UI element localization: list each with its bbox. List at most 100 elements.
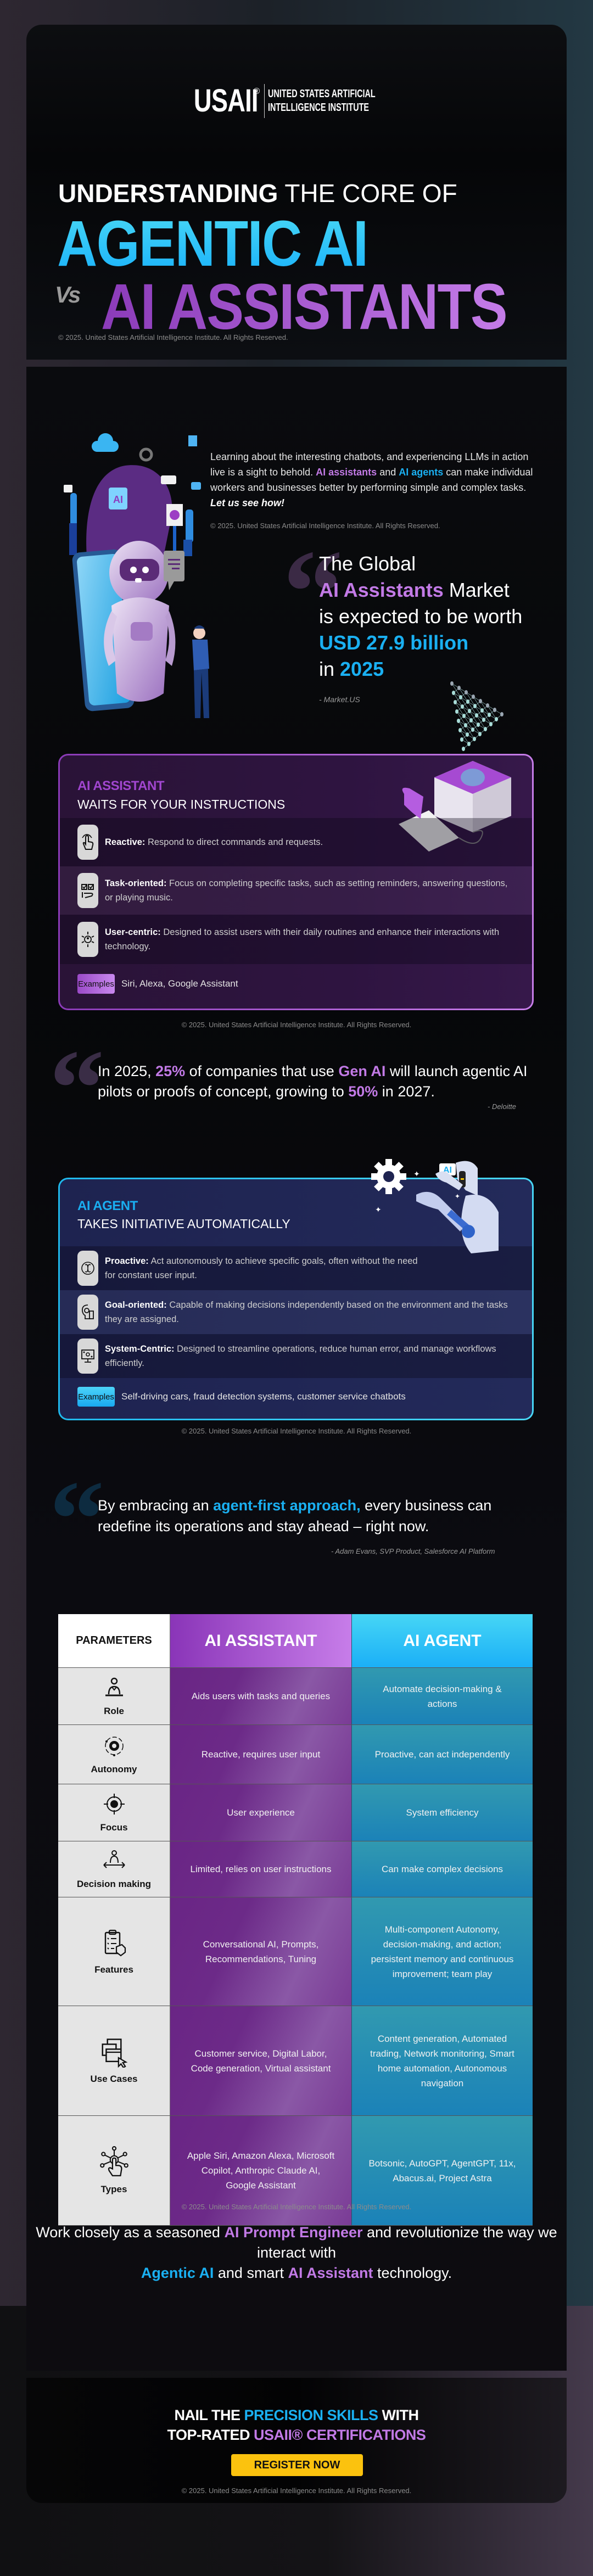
- assistant-value: Conversational AI, Prompts, Recommendati…: [203, 1939, 319, 1964]
- param-cell: Focus: [58, 1784, 170, 1841]
- feature-title: Reactive:: [105, 837, 146, 847]
- agent-value: Botsonic, AutoGPT, AgentGPT, 11x, Abacus…: [368, 2158, 516, 2183]
- network-node: [460, 737, 463, 742]
- network-node: [473, 737, 476, 741]
- assistant-cell: User experience: [170, 1784, 351, 1841]
- market-line5-prefix: in: [319, 658, 340, 680]
- stat-50-percent: 50%: [348, 1083, 378, 1100]
- agent-cell: Content generation, Automated trading, N…: [351, 2006, 533, 2115]
- cta-heading-line2: TOP-RATED USAII® CERTIFICATIONS: [26, 2425, 567, 2445]
- feature-desc: Act autonomously to achieve specific goa…: [105, 1256, 418, 1280]
- network-node: [495, 717, 498, 721]
- table-row: Role Aids users with tasks and queries Aut…: [58, 1668, 533, 1725]
- highlight-precision-skills: PRECISION SKILLS: [244, 2407, 379, 2423]
- register-now-button[interactable]: REGISTER NOW: [231, 2454, 363, 2476]
- feature-row: System-Centric: Designed to streamline o…: [60, 1334, 532, 1378]
- market-line3: is expected to be worth: [319, 605, 523, 628]
- salesforce-quote: By embracing an agent-first approach, ev…: [98, 1495, 548, 1537]
- market-line5: in 2025: [319, 656, 522, 682]
- param-label: Use Cases: [90, 2074, 138, 2084]
- highlight-agent-first: agent-first approach,: [213, 1497, 361, 1514]
- intro-cta: Let us see how!: [210, 497, 285, 508]
- table-header-row: PARAMETERS AI ASSISTANT AI AGENT: [58, 1614, 533, 1668]
- network-node: [473, 704, 477, 708]
- brain-cycle-icon: [77, 1251, 98, 1286]
- network-node: [489, 722, 493, 726]
- param-cell: Features: [58, 1897, 170, 2006]
- title-line1: UNDERSTANDING THE CORE OF: [58, 178, 457, 208]
- param-label: Role: [104, 1706, 124, 1716]
- examples-text: Siri, Alexa, Google Assistant: [121, 978, 238, 989]
- cta-heading-line1: NAIL THE PRECISION SKILLS WITH: [26, 2405, 567, 2425]
- examples-badge: Examples: [77, 974, 115, 994]
- highlight-ai-assistant: AI Assistant: [288, 2265, 373, 2281]
- ai-assistant-subtitle: WAITS FOR YOUR INSTRUCTIONS: [77, 797, 286, 811]
- agent-value: Proactive, can act independently: [374, 1749, 510, 1760]
- highlight-usaii-certifications: USAII® CERTIFICATIONS: [254, 2427, 426, 2443]
- network-node: [467, 742, 471, 746]
- examples-row: Examples Self-driving cars, fraud detect…: [77, 1387, 406, 1407]
- table-row: Features Conversational AI, Prompts, Reco…: [58, 1897, 533, 2006]
- comparison-table: PARAMETERS AI ASSISTANT AI AGENT Role Aid…: [58, 1614, 533, 2226]
- agent-value: Can make complex decisions: [381, 1864, 504, 1874]
- assistant-cell: Limited, relies on user instructions: [170, 1841, 351, 1897]
- param-cell: Decision making: [58, 1841, 170, 1897]
- param-label: Decision making: [76, 1879, 152, 1889]
- logo-text: UNITED STATES ARTIFICIAL INTELLIGENCE IN…: [268, 87, 376, 115]
- assistant-value: Limited, relies on user instructions: [190, 1864, 332, 1874]
- table-row: Autonomy Reactive, requires user input Pro…: [58, 1725, 533, 1784]
- main-card: AI Learning about the interesting chatbo…: [26, 367, 567, 2371]
- usaii-logo: USAII ® UNITED STATES ARTIFICIAL INTELLI…: [26, 82, 567, 119]
- deloitte-quote: In 2025, 25% of companies that use Gen A…: [98, 1061, 537, 1102]
- decision-arrows-icon: [102, 1849, 126, 1875]
- ai-assistant-kicker: AI ASSISTANT: [77, 779, 165, 793]
- closing-text: technology.: [373, 2265, 452, 2281]
- header-ai-assistant: AI ASSISTANT: [170, 1614, 351, 1667]
- types-network-hand-icon: [99, 2146, 128, 2181]
- market-stat: The Global AI Assistants Market is expec…: [319, 551, 522, 682]
- quote-text: in 2027.: [378, 1083, 435, 1100]
- copyright: © 2025. United States Artificial Intelli…: [181, 1427, 412, 1435]
- autonomy-gear-icon: [102, 1734, 126, 1761]
- title-bold: UNDERSTANDING: [58, 179, 278, 208]
- network-node: [482, 718, 485, 722]
- role-person-icon: [102, 1676, 126, 1703]
- highlight-ai-prompt-engineer: AI Prompt Engineer: [224, 2224, 363, 2241]
- assistant-cell: Aids users with tasks and queries: [170, 1668, 351, 1724]
- network-node: [488, 713, 491, 717]
- highlight-agentic-ai: Agentic AI: [141, 2265, 214, 2281]
- agent-value: Multi-component Autonomy, decision-makin…: [371, 1924, 514, 1979]
- quote-text: of companies that use: [185, 1063, 339, 1079]
- cta-card: NAIL THE PRECISION SKILLS WITH TOP-RATED…: [26, 2378, 567, 2503]
- svg-text:✦: ✦: [375, 1206, 382, 1214]
- network-node: [466, 699, 469, 704]
- salesforce-source: - Adam Evans, SVP Product, Salesforce AI…: [331, 1547, 495, 1555]
- network-node: [457, 719, 460, 723]
- cta-text: NAIL THE: [174, 2407, 244, 2423]
- focus-target-icon: [102, 1792, 126, 1819]
- system-monitor-icon: [77, 1339, 98, 1374]
- feature-title: Proactive:: [105, 1256, 149, 1266]
- network-node: [480, 708, 484, 713]
- svg-text:✦: ✦: [413, 1170, 420, 1179]
- agent-cell: System efficiency: [351, 1784, 533, 1841]
- closing-statement: Work closely as a seasoned AI Prompt Eng…: [26, 2222, 567, 2283]
- svg-text:✦: ✦: [455, 1192, 460, 1200]
- feature-desc: Respond to direct commands and requests.: [145, 837, 323, 847]
- network-node: [457, 686, 461, 690]
- network-node: [500, 712, 504, 716]
- svg-text:AI: AI: [113, 494, 123, 505]
- assistant-value: Customer service, Digital Labor, Code ge…: [191, 2048, 331, 2074]
- copyright: © 2025. United States Artificial Intelli…: [58, 333, 288, 341]
- param-cell: Role: [58, 1668, 170, 1724]
- market-value: USD 27.9 billion: [319, 631, 469, 654]
- ai-assistant-box: AI ASSISTANT WAITS FOR YOUR INSTRUCTIONS…: [58, 754, 534, 1010]
- highlight-ai-assistants: AI Assistants: [319, 579, 444, 601]
- param-label: Autonomy: [91, 1764, 137, 1774]
- agent-cell: Automate decision-making & actions: [351, 1668, 533, 1724]
- network-node: [462, 714, 466, 718]
- header-card: USAII ® UNITED STATES ARTIFICIAL INTELLI…: [26, 25, 567, 360]
- feature-title: Goal-oriented:: [105, 1300, 167, 1310]
- network-node: [462, 747, 465, 751]
- param-cell: Use Cases: [58, 2006, 170, 2115]
